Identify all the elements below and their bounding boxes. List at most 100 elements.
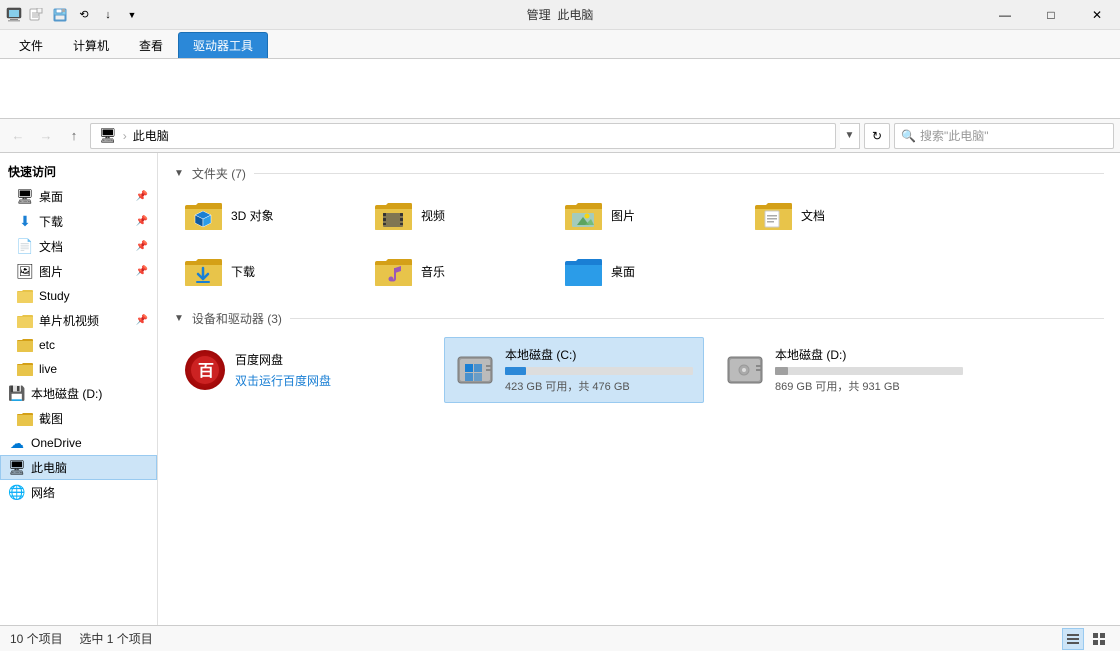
tab-file[interactable]: 文件 bbox=[4, 32, 58, 58]
title-bar: ⟲ ↓ ▼ 管理 此电脑 — □ ✕ bbox=[0, 0, 1120, 30]
c-drive-bar-fill bbox=[505, 367, 526, 375]
drives-section-label: 设备和驱动器 (3) bbox=[192, 310, 282, 327]
folder-pictures-label: 图片 bbox=[611, 207, 635, 224]
documents-icon: 📄 bbox=[17, 239, 33, 255]
folder-video-icon bbox=[373, 199, 413, 231]
sidebar-label-network: 网络 bbox=[31, 484, 55, 501]
pin-icon-sv: 📌 bbox=[136, 315, 148, 326]
app-icon bbox=[6, 7, 22, 23]
sidebar-item-live[interactable]: live bbox=[0, 357, 157, 381]
minimize-button[interactable]: — bbox=[982, 0, 1028, 30]
ribbon-content bbox=[0, 58, 1120, 118]
c-drive-icon bbox=[455, 350, 495, 390]
ribbon-tabs: 文件 计算机 查看 驱动器工具 ? bbox=[0, 30, 1120, 58]
d-drive-icon bbox=[725, 350, 765, 390]
new-button[interactable] bbox=[26, 5, 46, 25]
folder-music[interactable]: 音乐 bbox=[364, 248, 544, 294]
sidebar-item-etc[interactable]: etc bbox=[0, 333, 157, 357]
folder-docs-icon bbox=[753, 199, 793, 231]
folder-docs-label: 文档 bbox=[801, 207, 825, 224]
refresh-button[interactable]: ↻ bbox=[864, 123, 890, 149]
sidebar-item-downloads[interactable]: ⬇ 下载 📌 bbox=[0, 209, 157, 234]
sidebar-item-thispc[interactable]: 🖥 此电脑 bbox=[0, 455, 157, 480]
sidebar-label-screenshot: 截图 bbox=[39, 410, 63, 427]
main-container: 快速访问 🖥 桌面 📌 ⬇ 下载 📌 📄 文档 📌 🖼 图片 📌 bbox=[0, 153, 1120, 625]
drive-c[interactable]: 本地磁盘 (C:) 423 GB 可用，共 476 GB bbox=[444, 337, 704, 403]
tab-view[interactable]: 查看 bbox=[124, 32, 178, 58]
baidu-drive-name: 百度网盘 bbox=[235, 351, 423, 368]
folders-grid: 3D 对象 bbox=[174, 192, 1104, 294]
window-title: 管理 此电脑 bbox=[527, 6, 594, 23]
pictures-icon: 🖼 bbox=[17, 264, 33, 280]
save-button[interactable] bbox=[50, 5, 70, 25]
ribbon: 文件 计算机 查看 驱动器工具 ? bbox=[0, 30, 1120, 119]
folder-pictures[interactable]: 图片 bbox=[554, 192, 734, 238]
drive-d[interactable]: 本地磁盘 (D:) 869 GB 可用，共 931 GB bbox=[714, 337, 974, 403]
drives-section-header: ▼ 设备和驱动器 (3) bbox=[174, 310, 1104, 327]
quick-access-header[interactable]: 快速访问 bbox=[0, 159, 157, 184]
tab-computer[interactable]: 计算机 bbox=[58, 32, 124, 58]
maximize-button[interactable]: □ bbox=[1028, 0, 1074, 30]
network-icon: 🌐 bbox=[9, 485, 25, 501]
folders-section-header: ▼ 文件夹 (7) bbox=[174, 165, 1104, 182]
sidebar-label-local-d: 本地磁盘 (D:) bbox=[31, 385, 102, 402]
search-box[interactable]: 🔍 搜索"此电脑" bbox=[894, 123, 1114, 149]
status-right bbox=[1062, 628, 1110, 650]
c-drive-info: 本地磁盘 (C:) 423 GB 可用，共 476 GB bbox=[505, 346, 693, 394]
folder-3d-objects[interactable]: 3D 对象 bbox=[174, 192, 354, 238]
live-icon bbox=[17, 361, 33, 377]
sidebar-item-pictures[interactable]: 🖼 图片 📌 bbox=[0, 259, 157, 284]
tab-manage[interactable]: 驱动器工具 bbox=[178, 32, 268, 58]
sidebar-item-study[interactable]: Study bbox=[0, 284, 157, 308]
address-input[interactable]: 🖥 › 此电脑 bbox=[90, 123, 836, 149]
svg-text:百: 百 bbox=[198, 362, 214, 380]
sidebar-item-desktop[interactable]: 🖥 桌面 📌 bbox=[0, 184, 157, 209]
thispc-icon: 🖥 bbox=[9, 460, 25, 476]
sidebar-item-single-video[interactable]: 单片机视频 📌 bbox=[0, 308, 157, 333]
c-drive-bar-bg bbox=[505, 367, 693, 375]
address-bar: ← → ↑ 🖥 › 此电脑 ▼ ↻ 🔍 搜索"此电脑" bbox=[0, 119, 1120, 153]
folder-videos-label: 视频 bbox=[421, 207, 445, 224]
baidu-logo: 百 bbox=[185, 350, 225, 390]
address-dropdown[interactable]: ▼ bbox=[840, 123, 860, 149]
d-drive-info: 本地磁盘 (D:) 869 GB 可用，共 931 GB bbox=[775, 346, 963, 394]
sidebar-item-onedrive[interactable]: ☁ OneDrive bbox=[0, 431, 157, 455]
folder-desktop[interactable]: 桌面 bbox=[554, 248, 734, 294]
sidebar-item-documents[interactable]: 📄 文档 📌 bbox=[0, 234, 157, 259]
redo-button[interactable]: ↓ bbox=[98, 5, 118, 25]
folder-downloads-icon bbox=[183, 255, 223, 287]
folders-section-label: 文件夹 (7) bbox=[192, 165, 246, 182]
pin-icon-dl: 📌 bbox=[136, 216, 148, 227]
sidebar-item-network[interactable]: 🌐 网络 bbox=[0, 480, 157, 505]
close-button[interactable]: ✕ bbox=[1074, 0, 1120, 30]
folder-desktop-label: 桌面 bbox=[611, 263, 635, 280]
sidebar-label-etc: etc bbox=[39, 338, 55, 352]
up-button[interactable]: ↑ bbox=[62, 124, 86, 148]
dropdown-button[interactable]: ▼ bbox=[122, 5, 142, 25]
quick-access-label: 快速访问 bbox=[8, 165, 56, 179]
onedrive-icon: ☁ bbox=[9, 435, 25, 451]
status-bar: 10 个项目 选中 1 个项目 bbox=[0, 625, 1120, 651]
status-left: 10 个项目 选中 1 个项目 bbox=[10, 630, 153, 647]
undo-button[interactable]: ⟲ bbox=[74, 5, 94, 25]
sidebar-item-screenshot[interactable]: 截图 bbox=[0, 406, 157, 431]
folder-downloads[interactable]: 下载 bbox=[174, 248, 354, 294]
sidebar-item-local-d[interactable]: 💾 本地磁盘 (D:) bbox=[0, 381, 157, 406]
folder-documents[interactable]: 文档 bbox=[744, 192, 924, 238]
view-details-button[interactable] bbox=[1062, 628, 1084, 650]
folders-collapse-arrow[interactable]: ▼ bbox=[174, 168, 184, 179]
drives-collapse-arrow[interactable]: ▼ bbox=[174, 313, 184, 324]
pin-icon-pic: 📌 bbox=[136, 266, 148, 277]
drives-grid: 百 百度网盘 双击运行百度网盘 bbox=[174, 337, 1104, 403]
d-drive-bar-fill bbox=[775, 367, 788, 375]
baidu-drive-sublabel: 双击运行百度网盘 bbox=[235, 372, 423, 389]
search-placeholder: 搜索"此电脑" bbox=[920, 127, 989, 144]
view-large-icons-button[interactable] bbox=[1088, 628, 1110, 650]
study-folder-icon bbox=[17, 288, 33, 304]
drive-baidu[interactable]: 百 百度网盘 双击运行百度网盘 bbox=[174, 337, 434, 403]
pin-icon: 📌 bbox=[136, 191, 148, 202]
address-path: 此电脑 bbox=[133, 127, 169, 144]
forward-button[interactable]: → bbox=[34, 124, 58, 148]
back-button[interactable]: ← bbox=[6, 124, 30, 148]
folder-videos[interactable]: 视频 bbox=[364, 192, 544, 238]
